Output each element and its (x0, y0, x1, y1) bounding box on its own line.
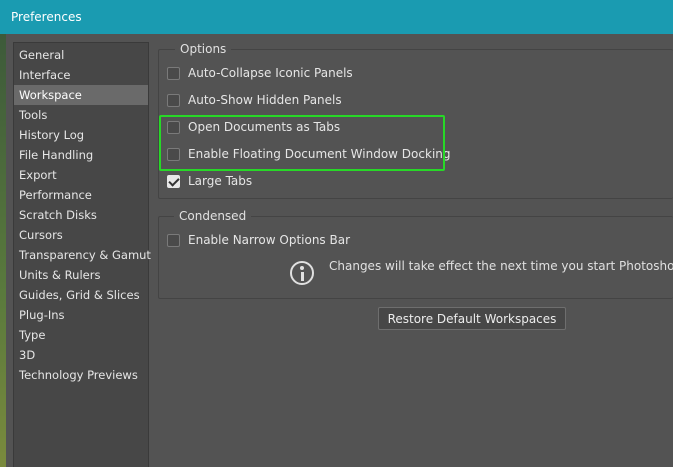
restore-default-workspaces-button[interactable]: Restore Default Workspaces (378, 307, 566, 330)
floating-docking-checkbox[interactable] (167, 147, 180, 161)
sidebar-item-file-handling[interactable]: File Handling (14, 145, 148, 165)
sidebar-item-plug-ins[interactable]: Plug-Ins (14, 305, 148, 325)
sidebar-item-workspace[interactable]: Workspace (14, 85, 148, 105)
condensed-group (158, 216, 673, 299)
sidebar-item-units-rulers[interactable]: Units & Rulers (14, 265, 148, 285)
large-tabs-checkbox[interactable] (167, 174, 180, 188)
sidebar-item-tools[interactable]: Tools (14, 105, 148, 125)
background-strip (0, 34, 6, 467)
sidebar-item-general[interactable]: General (14, 45, 148, 65)
option-large-tabs[interactable]: Large Tabs (167, 171, 252, 191)
restart-notice: Changes will take effect the next time y… (329, 259, 673, 273)
sidebar-item-history-log[interactable]: History Log (14, 125, 148, 145)
auto-show-checkbox[interactable] (167, 93, 180, 107)
condensed-group-title: Condensed (174, 209, 252, 223)
narrow-options-bar-checkbox[interactable] (167, 233, 180, 247)
sidebar-item-technology-previews[interactable]: Technology Previews (14, 365, 148, 385)
sidebar-item-export[interactable]: Export (14, 165, 148, 185)
sidebar-item-performance[interactable]: Performance (14, 185, 148, 205)
sidebar-item-scratch-disks[interactable]: Scratch Disks (14, 205, 148, 225)
option-enable-floating-document-window-docking[interactable]: Enable Floating Document Window Docking (167, 144, 451, 164)
preferences-sidebar: General Interface Workspace Tools Histor… (13, 42, 151, 467)
option-open-documents-as-tabs[interactable]: Open Documents as Tabs (167, 117, 340, 137)
window-title: Preferences (11, 10, 82, 24)
options-group-title: Options (175, 42, 232, 56)
sidebar-item-cursors[interactable]: Cursors (14, 225, 148, 245)
window-titlebar: Preferences (0, 0, 673, 34)
sidebar-item-type[interactable]: Type (14, 325, 148, 345)
option-auto-show-hidden-panels[interactable]: Auto-Show Hidden Panels (167, 90, 342, 110)
open-documents-tabs-checkbox[interactable] (167, 120, 180, 134)
option-enable-narrow-options-bar[interactable]: Enable Narrow Options Bar (167, 230, 350, 250)
sidebar-item-3d[interactable]: 3D (14, 345, 148, 365)
sidebar-item-guides-grid-slices[interactable]: Guides, Grid & Slices (14, 285, 148, 305)
sidebar-item-transparency-gamut[interactable]: Transparency & Gamut (14, 245, 151, 265)
sidebar-item-interface[interactable]: Interface (14, 65, 148, 85)
option-auto-collapse-iconic-panels[interactable]: Auto-Collapse Iconic Panels (167, 63, 353, 83)
info-icon (290, 261, 314, 285)
auto-collapse-checkbox[interactable] (167, 66, 180, 80)
